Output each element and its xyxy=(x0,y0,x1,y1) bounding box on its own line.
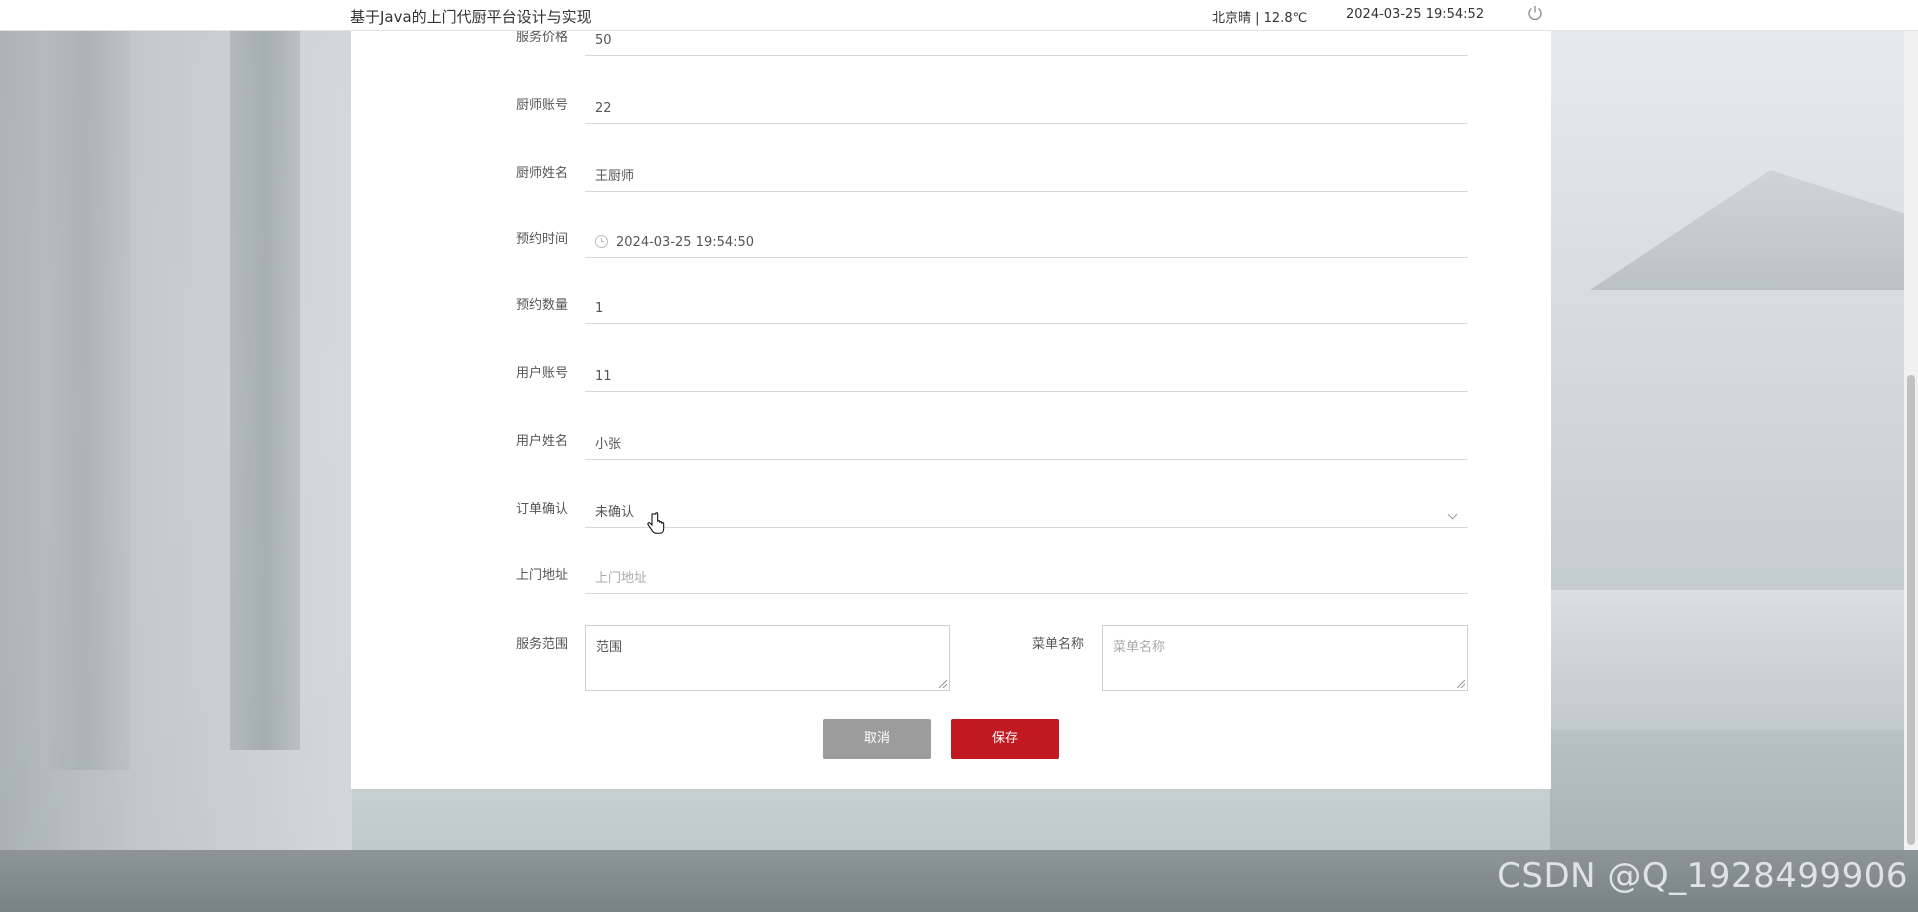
field-label: 上门地址 xyxy=(516,568,569,583)
chevron-down-icon[interactable] xyxy=(1447,509,1458,520)
current-time: 19:54:52 xyxy=(1425,7,1485,22)
scrollbar-thumb[interactable] xyxy=(1907,375,1915,845)
user-name-input[interactable]: 小张 xyxy=(585,430,1468,460)
form-row-service-price: 服务价格 50 xyxy=(351,26,1551,76)
weather-text: 北京晴 | 12.8℃ xyxy=(1212,11,1308,26)
service-scope-value: 范围 xyxy=(596,640,623,655)
current-date: 2024-03-25 xyxy=(1346,7,1422,22)
field-label: 预约时间 xyxy=(516,232,569,247)
field-label: 厨师姓名 xyxy=(516,166,569,181)
top-bar: 基于Java的上门代厨平台设计与实现 北京晴 | 12.8℃ 2024-03-2… xyxy=(0,0,1918,31)
user-account-input[interactable]: 11 xyxy=(585,362,1468,392)
app-title: 基于Java的上门代厨平台设计与实现 xyxy=(350,8,592,26)
menu-name-textarea[interactable]: 菜单名称 xyxy=(1102,625,1468,691)
form-row-order-confirm: 订单确认 未确认 xyxy=(351,498,1551,548)
form-row-chef-name: 厨师姓名 王厨师 xyxy=(351,162,1551,212)
background-roof xyxy=(1590,170,1918,290)
cancel-button[interactable]: 取消 xyxy=(823,719,931,759)
background-left xyxy=(0,30,352,850)
page-scrollbar[interactable] xyxy=(1904,30,1918,850)
background-railing xyxy=(1550,590,1918,730)
watermark: CSDN @Q_1928499906 xyxy=(1497,856,1908,896)
address-input[interactable]: 上门地址 xyxy=(585,564,1468,594)
booking-time-picker[interactable]: 2024-03-25 19:54:50 xyxy=(585,228,1468,258)
order-confirm-value: 未确认 xyxy=(595,505,635,520)
field-label: 厨师账号 xyxy=(516,98,569,113)
datetime: 2024-03-25 19:54:52 xyxy=(1346,7,1484,22)
field-label: 订单确认 xyxy=(516,502,569,517)
form-row-booking-time: 预约时间 2024-03-25 19:54:50 xyxy=(351,228,1551,278)
save-button[interactable]: 保存 xyxy=(951,719,1059,759)
menu-name-placeholder: 菜单名称 xyxy=(1113,640,1166,655)
clock-icon xyxy=(595,235,608,248)
field-label: 菜单名称 xyxy=(1032,637,1085,652)
booking-quantity-input[interactable]: 1 xyxy=(585,294,1468,324)
field-label: 用户账号 xyxy=(516,366,569,381)
hand-cursor-icon xyxy=(647,512,665,534)
order-confirm-select[interactable]: 未确认 xyxy=(585,498,1468,528)
background-pillar xyxy=(40,30,130,770)
field-label: 用户姓名 xyxy=(516,434,569,449)
chef-name-input[interactable]: 王厨师 xyxy=(585,162,1468,192)
chef-account-input[interactable]: 22 xyxy=(585,94,1468,124)
form-row-booking-quantity: 预约数量 1 xyxy=(351,294,1551,344)
form-row-user-name: 用户姓名 小张 xyxy=(351,430,1551,480)
service-scope-textarea[interactable]: 范围 xyxy=(585,625,950,691)
power-icon[interactable] xyxy=(1526,4,1544,22)
form-row-chef-account: 厨师账号 22 xyxy=(351,94,1551,144)
resize-handle[interactable] xyxy=(1457,680,1465,688)
background-right xyxy=(1550,30,1918,850)
order-form-panel: 服务价格 50 厨师账号 22 厨师姓名 王厨师 预约时间 2024-03-25… xyxy=(351,30,1551,789)
field-label: 预约数量 xyxy=(516,298,569,313)
resize-handle[interactable] xyxy=(939,680,947,688)
form-row-address: 上门地址 上门地址 xyxy=(351,564,1551,614)
booking-time-value: 2024-03-25 19:54:50 xyxy=(616,235,755,250)
field-label: 服务范围 xyxy=(516,637,569,652)
background-pillar xyxy=(230,30,300,750)
form-row-user-account: 用户账号 11 xyxy=(351,362,1551,412)
